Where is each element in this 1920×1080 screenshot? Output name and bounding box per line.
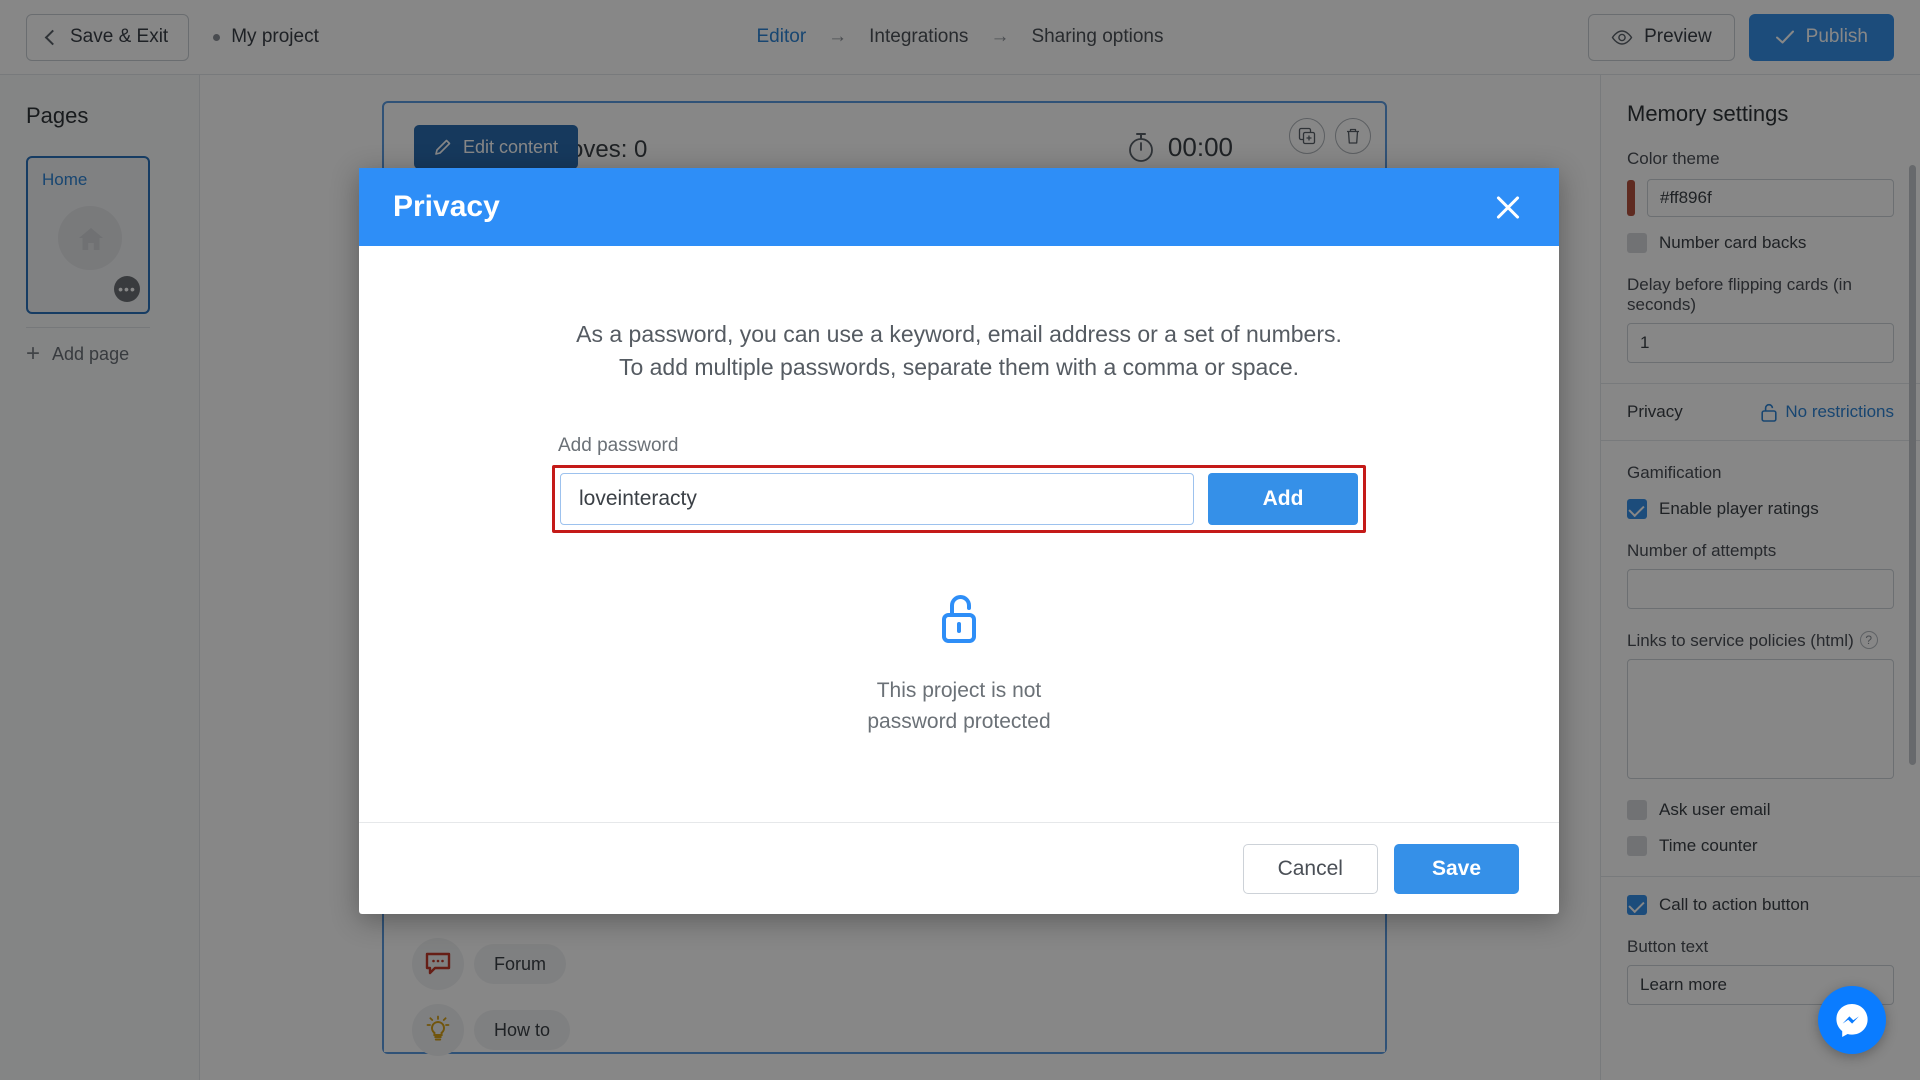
add-password-label: Add password [558, 435, 679, 457]
modal-body: As a password, you can use a keyword, em… [359, 246, 1559, 822]
save-button[interactable]: Save [1393, 843, 1519, 894]
messenger-chat-button[interactable] [1818, 986, 1886, 1054]
modal-description-line2: To add multiple passwords, separate them… [618, 353, 1300, 380]
password-field-highlight: Add [552, 465, 1366, 534]
password-status-line2: password protected [867, 709, 1051, 733]
add-password-block: Add password Add [552, 435, 1366, 534]
add-password-button[interactable]: Add [1208, 473, 1358, 526]
modal-footer: Cancel Save [359, 822, 1559, 914]
app-root: Save & Exit My project Editor → Integrat… [0, 0, 1920, 1080]
messenger-icon [1836, 1004, 1868, 1037]
cancel-button[interactable]: Cancel [1242, 843, 1378, 894]
lock-open-icon [942, 595, 976, 644]
password-input[interactable] [560, 473, 1194, 526]
password-status: This project is not password protected [393, 591, 1525, 737]
password-status-line1: This project is not [876, 679, 1042, 703]
modal-header: Privacy [359, 168, 1559, 246]
modal-description: As a password, you can use a keyword, em… [393, 318, 1525, 383]
privacy-modal: Privacy As a password, you can use a key… [359, 168, 1559, 914]
close-icon[interactable] [1491, 190, 1525, 224]
password-status-text: This project is not password protected [393, 676, 1525, 737]
modal-title: Privacy [393, 190, 500, 223]
modal-description-line1: As a password, you can use a keyword, em… [576, 321, 1342, 347]
